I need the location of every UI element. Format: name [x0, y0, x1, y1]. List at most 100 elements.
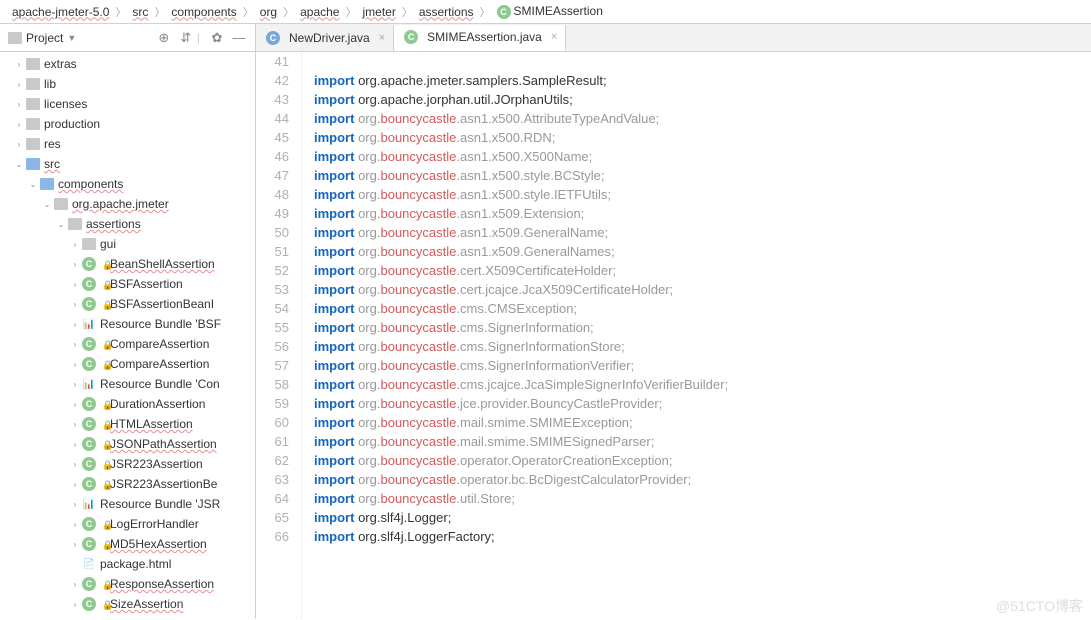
tree-item[interactable]: ›C🔒HTMLAssertion: [0, 414, 255, 434]
code-line[interactable]: import org.bouncycastle.asn1.x509.Genera…: [314, 223, 1091, 242]
chevron-right-icon[interactable]: ›: [14, 140, 24, 149]
code-line[interactable]: import org.bouncycastle.cms.CMSException…: [314, 299, 1091, 318]
tree-item[interactable]: ›res: [0, 134, 255, 154]
code-line[interactable]: import org.bouncycastle.cert.jcajce.JcaX…: [314, 280, 1091, 299]
tree-item[interactable]: ⌄components: [0, 174, 255, 194]
code-line[interactable]: import org.bouncycastle.mail.smime.SMIME…: [314, 432, 1091, 451]
chevron-right-icon[interactable]: ›: [70, 300, 80, 309]
tree-item[interactable]: ›production: [0, 114, 255, 134]
chevron-down-icon[interactable]: ⌄: [42, 200, 52, 209]
code-line[interactable]: import org.bouncycastle.cms.SignerInform…: [314, 318, 1091, 337]
code-line[interactable]: import org.slf4j.Logger;: [314, 508, 1091, 527]
chevron-right-icon[interactable]: ›: [70, 360, 80, 369]
code-line[interactable]: import org.bouncycastle.cms.jcajce.JcaSi…: [314, 375, 1091, 394]
project-dropdown[interactable]: Project ▼: [8, 31, 76, 45]
chevron-right-icon[interactable]: ›: [14, 60, 24, 69]
code-line[interactable]: import org.slf4j.LoggerFactory;: [314, 527, 1091, 546]
breadcrumb-item[interactable]: CSMIMEAssertion: [493, 3, 607, 20]
code-line[interactable]: import org.bouncycastle.asn1.x509.Genera…: [314, 242, 1091, 261]
breadcrumb-item[interactable]: apache-jmeter-5.0: [8, 4, 113, 20]
chevron-right-icon[interactable]: ›: [70, 380, 80, 389]
chevron-right-icon[interactable]: ›: [70, 260, 80, 269]
project-tree[interactable]: ›extras›lib›licenses›production›res⌄src⌄…: [0, 52, 255, 619]
tree-item[interactable]: ›C🔒LogErrorHandler: [0, 514, 255, 534]
tree-item[interactable]: 📄package.html: [0, 554, 255, 574]
tree-item[interactable]: ›C🔒MD5HexAssertion: [0, 534, 255, 554]
tree-item[interactable]: ›C🔒JSR223Assertion: [0, 454, 255, 474]
code-line[interactable]: import org.apache.jmeter.samplers.Sample…: [314, 71, 1091, 90]
code-line[interactable]: import org.bouncycastle.asn1.x509.Extens…: [314, 204, 1091, 223]
breadcrumb-item[interactable]: assertions: [415, 4, 478, 20]
breadcrumb-item[interactable]: jmeter: [358, 4, 399, 20]
chevron-down-icon[interactable]: ⌄: [14, 160, 24, 169]
chevron-right-icon[interactable]: ›: [70, 340, 80, 349]
chevron-right-icon[interactable]: ›: [14, 80, 24, 89]
tree-item[interactable]: ›licenses: [0, 94, 255, 114]
tree-item[interactable]: ›lib: [0, 74, 255, 94]
code-line[interactable]: import org.apache.jorphan.util.JOrphanUt…: [314, 90, 1091, 109]
code-line[interactable]: import org.bouncycastle.cert.X509Certifi…: [314, 261, 1091, 280]
breadcrumb-item[interactable]: apache: [296, 4, 343, 20]
chevron-right-icon[interactable]: ›: [70, 520, 80, 529]
close-icon[interactable]: ×: [379, 32, 385, 44]
chevron-right-icon[interactable]: ›: [70, 540, 80, 549]
chevron-right-icon[interactable]: ›: [14, 100, 24, 109]
code-line[interactable]: import org.bouncycastle.asn1.x500.style.…: [314, 185, 1091, 204]
chevron-right-icon[interactable]: ›: [70, 440, 80, 449]
tree-item[interactable]: ›C🔒DurationAssertion: [0, 394, 255, 414]
chevron-right-icon[interactable]: ›: [70, 460, 80, 469]
chevron-right-icon[interactable]: ›: [70, 420, 80, 429]
tree-item[interactable]: ›gui: [0, 234, 255, 254]
tree-item[interactable]: ›C🔒JSONPathAssertion: [0, 434, 255, 454]
close-icon[interactable]: ×: [551, 31, 557, 43]
breadcrumb-item[interactable]: components: [167, 4, 240, 20]
chevron-right-icon[interactable]: ›: [70, 280, 80, 289]
code-line[interactable]: [314, 52, 1091, 71]
tree-item[interactable]: ⌄src: [0, 154, 255, 174]
locate-icon[interactable]: ⊕: [156, 30, 172, 46]
chevron-down-icon[interactable]: ⌄: [56, 220, 66, 229]
tree-item[interactable]: ›C🔒SizeAssertion: [0, 594, 255, 614]
tree-item[interactable]: ›C🔒CompareAssertion: [0, 334, 255, 354]
chevron-right-icon[interactable]: ›: [70, 320, 80, 329]
collapse-icon[interactable]: ⇵: [178, 30, 194, 46]
code-line[interactable]: import org.bouncycastle.asn1.x500.style.…: [314, 166, 1091, 185]
gear-icon[interactable]: ✿: [209, 30, 225, 46]
tree-item[interactable]: ⌄assertions: [0, 214, 255, 234]
tree-item[interactable]: ⌄org.apache.jmeter: [0, 194, 255, 214]
code-line[interactable]: import org.bouncycastle.cms.SignerInform…: [314, 337, 1091, 356]
tree-item[interactable]: ›C🔒BSFAssertionBeanI: [0, 294, 255, 314]
tree-item[interactable]: ›C🔒BeanShellAssertion: [0, 254, 255, 274]
chevron-right-icon[interactable]: ›: [70, 500, 80, 509]
tree-item[interactable]: ›extras: [0, 54, 255, 74]
tree-item[interactable]: ›C🔒BSFAssertion: [0, 274, 255, 294]
editor-tab[interactable]: CSMIMEAssertion.java×: [394, 25, 566, 51]
code-content[interactable]: import org.apache.jmeter.samplers.Sample…: [302, 52, 1091, 619]
code-line[interactable]: import org.bouncycastle.mail.smime.SMIME…: [314, 413, 1091, 432]
breadcrumb-item[interactable]: org: [256, 4, 281, 20]
chevron-right-icon[interactable]: ›: [70, 480, 80, 489]
tree-item[interactable]: ›📊Resource Bundle 'BSF: [0, 314, 255, 334]
chevron-right-icon[interactable]: ›: [70, 580, 80, 589]
chevron-right-icon[interactable]: ›: [14, 120, 24, 129]
tree-item[interactable]: ›C🔒CompareAssertion: [0, 354, 255, 374]
tree-item[interactable]: ›C🔒ResponseAssertion: [0, 574, 255, 594]
code-editor[interactable]: 4142434445464748495051525354555657585960…: [256, 52, 1091, 619]
code-line[interactable]: import org.bouncycastle.jce.provider.Bou…: [314, 394, 1091, 413]
tree-item[interactable]: ›C🔒JSR223AssertionBe: [0, 474, 255, 494]
editor-tab[interactable]: CNewDriver.java×: [256, 25, 394, 51]
chevron-right-icon[interactable]: ›: [70, 600, 80, 609]
code-line[interactable]: import org.bouncycastle.cms.SignerInform…: [314, 356, 1091, 375]
code-line[interactable]: import org.bouncycastle.asn1.x500.X500Na…: [314, 147, 1091, 166]
chevron-right-icon[interactable]: ›: [70, 400, 80, 409]
code-line[interactable]: import org.bouncycastle.asn1.x500.Attrib…: [314, 109, 1091, 128]
code-line[interactable]: import org.bouncycastle.util.Store;: [314, 489, 1091, 508]
chevron-down-icon[interactable]: ⌄: [28, 180, 38, 189]
code-line[interactable]: import org.bouncycastle.asn1.x500.RDN;: [314, 128, 1091, 147]
code-line[interactable]: import org.bouncycastle.operator.bc.BcDi…: [314, 470, 1091, 489]
chevron-right-icon[interactable]: ›: [70, 240, 80, 249]
hide-icon[interactable]: —: [231, 30, 247, 46]
breadcrumb-item[interactable]: src: [128, 4, 152, 20]
tree-item[interactable]: ›📊Resource Bundle 'Con: [0, 374, 255, 394]
tree-item[interactable]: ›📊Resource Bundle 'JSR: [0, 494, 255, 514]
